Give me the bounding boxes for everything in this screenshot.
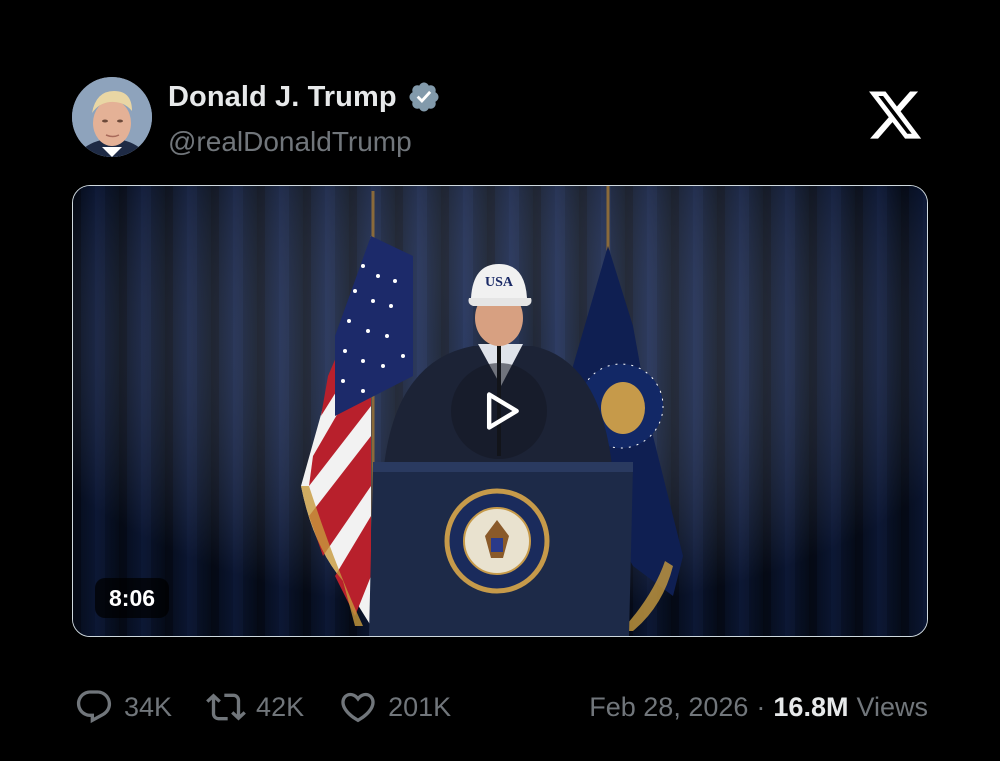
author-handle[interactable]: @realDonaldTrump xyxy=(168,126,412,158)
play-button[interactable] xyxy=(451,363,547,459)
play-icon xyxy=(486,392,519,430)
reply-button[interactable]: 34K xyxy=(74,687,172,727)
repost-count: 42K xyxy=(256,691,305,722)
meta-separator: · xyxy=(756,691,766,722)
heart-icon xyxy=(341,692,375,723)
reply-icon xyxy=(76,690,112,724)
like-button[interactable]: 201K xyxy=(338,687,451,727)
video-player[interactable]: USA 8:06 xyxy=(72,185,928,637)
repost-button[interactable]: 42K xyxy=(206,687,304,727)
reply-count: 34K xyxy=(124,691,173,722)
views-label: Views xyxy=(856,691,928,722)
tweet-footer: 34K 42K 201K Feb 28, 2026 · 16.8M Views xyxy=(74,683,928,731)
video-duration: 8:06 xyxy=(95,578,170,618)
tweet-meta: Feb 28, 2026 · 16.8M Views xyxy=(589,692,928,723)
views-count: 16.8M xyxy=(773,691,849,722)
post-date[interactable]: Feb 28, 2026 xyxy=(589,692,748,723)
profile-photo xyxy=(72,77,152,157)
x-logo-icon[interactable] xyxy=(866,86,924,144)
repost-icon xyxy=(206,693,246,721)
author-name-row: Donald J. Trump xyxy=(168,80,441,114)
verified-badge-icon xyxy=(409,82,439,112)
like-count: 201K xyxy=(388,691,452,722)
avatar[interactable] xyxy=(72,77,152,157)
display-name[interactable]: Donald J. Trump xyxy=(168,81,397,114)
tweet-card: Donald J. Trump @realDonaldTrump USA 8:0… xyxy=(0,0,1000,761)
cap-text: USA xyxy=(485,275,514,290)
lectern xyxy=(369,462,633,636)
